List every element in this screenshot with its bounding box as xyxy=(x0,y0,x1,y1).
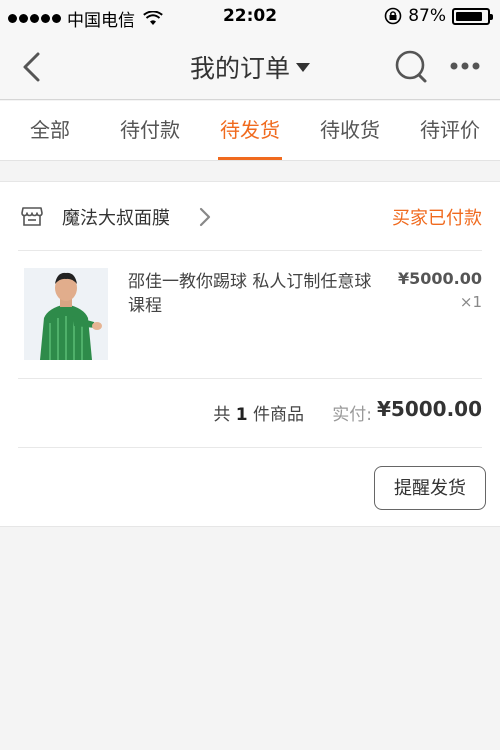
orientation-lock-icon xyxy=(384,7,402,25)
order-item-row[interactable]: 邵佳一教你踢球 私人订制任意球课程 ¥5000.00 ×1 xyxy=(18,251,482,379)
product-quantity: ×1 xyxy=(459,293,482,311)
order-tabs: 全部 待付款 待发货 待收货 待评价 xyxy=(0,101,500,161)
paid-total: ¥5000.00 xyxy=(376,397,482,421)
navigation-bar: 我的订单 xyxy=(0,34,500,100)
order-summary-row: 共 1 件商品 实付: ¥5000.00 xyxy=(18,379,482,448)
tab-pending-receipt[interactable]: 待收货 xyxy=(300,101,400,160)
item-count: 共 1 件商品 xyxy=(213,400,304,425)
item-count-prefix: 共 xyxy=(213,405,231,425)
paid-label: 实付: xyxy=(332,405,372,425)
tab-pending-review[interactable]: 待评价 xyxy=(400,101,500,160)
product-title: 邵佳一教你踢球 私人订制任意球课程 xyxy=(128,272,372,316)
item-count-value: 1 xyxy=(235,405,248,425)
search-icon[interactable] xyxy=(394,49,430,85)
tab-pending-payment[interactable]: 待付款 xyxy=(100,101,200,160)
status-bar: 中国电信 22:02 87% xyxy=(0,0,500,34)
product-price: ¥5000.00 xyxy=(397,269,482,288)
order-card: 魔法大叔面膜 买家已付款 邵佳一教你踢球 私人订制任意球课程 ¥5000.00 … xyxy=(0,181,500,527)
tab-all[interactable]: 全部 xyxy=(0,101,100,160)
item-count-suffix: 件商品 xyxy=(253,405,304,425)
shop-row[interactable]: 魔法大叔面膜 买家已付款 xyxy=(18,182,482,251)
product-thumbnail xyxy=(24,268,108,360)
status-right: 87% xyxy=(384,6,493,26)
battery-icon xyxy=(452,7,493,25)
remind-shipment-button[interactable]: 提醒发货 xyxy=(374,466,486,510)
caret-down-icon xyxy=(296,62,310,72)
order-status: 买家已付款 xyxy=(392,208,482,229)
shop-icon xyxy=(21,207,43,226)
tab-pending-shipment[interactable]: 待发货 xyxy=(200,101,300,160)
battery-percent: 87% xyxy=(408,6,446,26)
shop-name: 魔法大叔面膜 xyxy=(62,208,170,229)
battery-fill xyxy=(456,11,483,21)
more-options-icon[interactable] xyxy=(449,60,481,72)
page-title: 我的订单 xyxy=(189,54,290,83)
chevron-right-icon xyxy=(199,207,211,227)
